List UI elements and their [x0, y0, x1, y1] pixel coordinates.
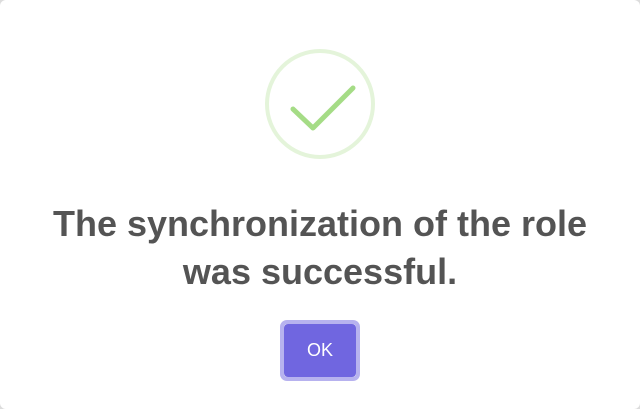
ok-button[interactable]: OK: [280, 320, 360, 381]
dialog-title: The synchronization of the role was succ…: [52, 203, 588, 292]
success-dialog: The synchronization of the role was succ…: [0, 0, 640, 409]
checkmark-icon: [290, 85, 356, 131]
ok-button-label: OK: [284, 324, 356, 377]
success-check-icon: [265, 49, 375, 159]
